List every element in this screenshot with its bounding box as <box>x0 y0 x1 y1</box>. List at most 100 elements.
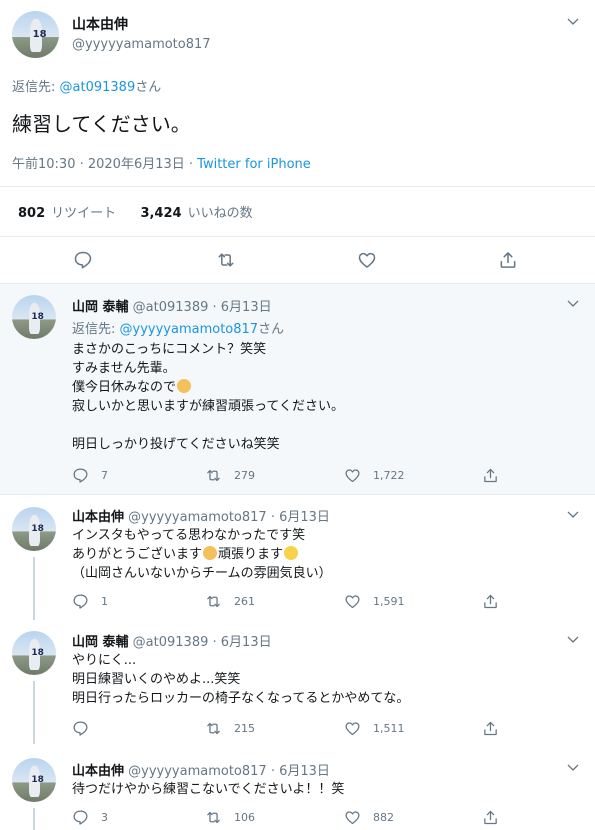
likes-label: いいねの数 <box>187 206 253 221</box>
likes-stat[interactable]: 3,424 いいねの数 <box>140 206 252 221</box>
reply-suffix: さん <box>258 322 285 337</box>
text-line: やりにく... <box>72 653 137 668</box>
text-line: 待つだけやから練習こないでくださいよ！！笑 <box>72 782 345 797</box>
reply-tweet[interactable]: 18 山本由伸 @yyyyyamamoto817 · 6月13日 待つだけやから… <box>0 744 595 830</box>
heart-icon <box>344 593 361 610</box>
action-bar: 7 279 1,722 <box>72 467 572 485</box>
like-count: 1,511 <box>373 722 405 735</box>
reply-count: 1 <box>101 595 108 608</box>
like-action[interactable]: 1,511 <box>344 720 405 737</box>
tweet-source[interactable]: Twitter for iPhone <box>197 157 311 172</box>
reply-to-link[interactable]: @at091389 <box>60 80 136 95</box>
chevron-down-icon[interactable] <box>565 296 581 312</box>
reply-action[interactable]: 3 <box>72 809 108 826</box>
author-name[interactable]: 山本由伸 <box>72 764 124 779</box>
retweet-icon[interactable] <box>216 250 236 270</box>
reply-date[interactable]: · 6月13日 <box>213 300 272 315</box>
avatar[interactable]: 18 <box>12 631 56 675</box>
reply-header: 山本由伸 @yyyyyamamoto817 · 6月13日 <box>72 506 330 525</box>
text-line: インスタもやってる思わなかったです笑 <box>72 528 306 543</box>
text-line: （山岡さんいないからチームの雰囲気良い） <box>72 566 332 581</box>
text-line: すみません先輩。 <box>72 361 176 376</box>
author-handle[interactable]: @yyyyyamamoto817 <box>72 37 211 52</box>
reply-to-link[interactable]: @yyyyyamamoto817 <box>120 322 259 337</box>
chevron-down-icon[interactable] <box>565 632 581 648</box>
reply-prefix: 返信先: <box>72 322 116 337</box>
like-count: 882 <box>373 811 394 824</box>
retweet-count: 215 <box>234 722 255 735</box>
avatar[interactable]: 18 <box>12 507 56 551</box>
person-emoji <box>203 546 218 560</box>
reply-action[interactable]: 7 <box>72 467 108 484</box>
reply-date[interactable]: · 6月13日 <box>271 510 330 525</box>
thread-line <box>33 557 35 620</box>
author-handle[interactable]: @yyyyyamamoto817 <box>128 510 267 525</box>
like-count: 1,591 <box>373 595 405 608</box>
chevron-down-icon[interactable] <box>565 14 581 30</box>
retweet-icon <box>205 467 222 484</box>
share-icon <box>482 593 499 610</box>
author-name[interactable]: 山岡 泰輔 <box>72 300 129 315</box>
share-action[interactable] <box>482 809 511 826</box>
author-handle[interactable]: @at091389 <box>133 635 209 650</box>
reply-context: 返信先: @yyyyyamamoto817さん <box>72 318 284 337</box>
avatar[interactable]: 18 <box>12 295 56 339</box>
share-action[interactable] <box>482 720 511 737</box>
retweet-action[interactable]: 215 <box>205 720 255 737</box>
share-action[interactable] <box>482 593 511 610</box>
heart-icon <box>344 720 361 737</box>
chevron-down-icon[interactable] <box>565 507 581 523</box>
reply-tweet[interactable]: 18 山岡 泰輔 @at091389 · 6月13日 やりにく... 明日練習いく… <box>0 620 595 744</box>
reply-icon <box>72 593 89 610</box>
action-bar: 3 106 882 <box>72 809 572 827</box>
avatar-jersey-number: 18 <box>31 523 44 534</box>
retweets-label: リツイート <box>51 206 117 221</box>
tweet-text: 練習してください。 <box>12 112 191 136</box>
reply-action[interactable] <box>72 720 101 737</box>
author-name[interactable]: 山岡 泰輔 <box>72 635 129 650</box>
heart-icon <box>344 467 361 484</box>
heart-icon[interactable] <box>357 250 377 270</box>
thread-line <box>33 808 35 830</box>
share-icon <box>482 720 499 737</box>
tweet-stats: 802 リツイート 3,424 いいねの数 <box>18 202 253 221</box>
like-action[interactable]: 882 <box>344 809 394 826</box>
author-name[interactable]: 山本由伸 <box>72 510 124 525</box>
retweet-action[interactable]: 106 <box>205 809 255 826</box>
author-handle[interactable]: @yyyyyamamoto817 <box>128 764 267 779</box>
chevron-down-icon[interactable] <box>565 760 581 776</box>
text-line: 明日行ったらロッカーの椅子なくなってるとかやめてな。 <box>72 691 410 706</box>
retweets-stat[interactable]: 802 リツイート <box>18 206 116 221</box>
reply-icon <box>72 809 89 826</box>
share-icon[interactable] <box>498 250 518 270</box>
author-handle[interactable]: @at091389 <box>133 300 209 315</box>
retweet-action[interactable]: 261 <box>205 593 255 610</box>
reply-tweet[interactable]: 18 山本由伸 @yyyyyamamoto817 · 6月13日 インスタもやっ… <box>0 495 595 620</box>
tweet-time[interactable]: 午前10:30 · 2020年6月13日 <box>12 157 185 172</box>
reply-count: 7 <box>101 469 108 482</box>
reply-header: 山岡 泰輔 @at091389 · 6月13日 <box>72 631 272 650</box>
reply-action[interactable]: 1 <box>72 593 108 610</box>
reply-tweet[interactable]: 18 山岡 泰輔 @at091389 · 6月13日 返信先: @yyyyyam… <box>0 284 595 494</box>
reply-icon[interactable] <box>73 250 93 270</box>
tweet-meta: 午前10:30 · 2020年6月13日 · Twitter for iPhon… <box>12 153 311 172</box>
like-action[interactable]: 1,591 <box>344 593 405 610</box>
divider <box>0 186 595 187</box>
retweet-action[interactable]: 279 <box>205 467 255 484</box>
avatar[interactable]: 18 <box>12 11 59 58</box>
reply-prefix: 返信先: <box>12 80 56 95</box>
retweet-count: 279 <box>234 469 255 482</box>
text-line: 寂しいかと思いますが練習頑張ってください。 <box>72 399 344 414</box>
main-tweet: 18 山本由伸 @yyyyyamamoto817 返信先: @at091389さ… <box>0 0 595 284</box>
retweet-icon <box>205 720 222 737</box>
share-action[interactable] <box>482 467 511 484</box>
reply-date[interactable]: · 6月13日 <box>213 635 272 650</box>
avatar[interactable]: 18 <box>12 758 56 802</box>
author-name[interactable]: 山本由伸 <box>72 14 128 34</box>
meta-separator: · <box>184 157 198 172</box>
reply-header: 山岡 泰輔 @at091389 · 6月13日 <box>72 296 272 315</box>
reply-date[interactable]: · 6月13日 <box>271 764 330 779</box>
like-action[interactable]: 1,722 <box>344 467 405 484</box>
text-line: 明日しっかり投げてくださいね笑笑 <box>72 437 280 452</box>
reply-text: やりにく... 明日練習いくのやめよ...笑笑 明日行ったらロッカーの椅子なくなって… <box>72 651 409 708</box>
